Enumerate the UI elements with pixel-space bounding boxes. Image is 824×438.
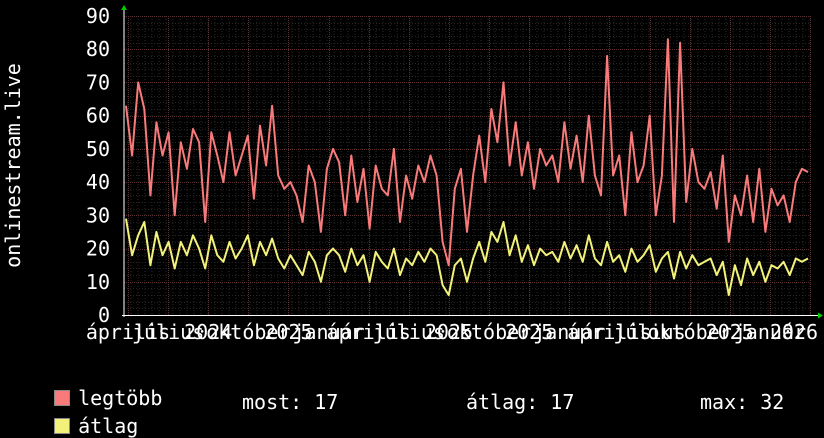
y-tick-label: 30	[86, 203, 110, 227]
legend-item-atlag: átlag	[30, 390, 138, 438]
y-axis-arrow	[121, 5, 127, 10]
y-tick-label: 20	[86, 237, 110, 261]
stat-atlag: átlag: 17	[466, 390, 575, 414]
legend-swatch-atlag	[54, 418, 71, 434]
y-tick-label: 10	[86, 270, 110, 294]
y-tick-label: 90	[86, 4, 110, 28]
y-axis-label: onlinestream.live	[1, 63, 25, 268]
x-axis-arrow	[818, 312, 823, 319]
y-tick-label: 60	[86, 104, 110, 128]
grid	[123, 16, 811, 316]
y-tick-label: 70	[86, 70, 110, 94]
y-tick-label: 50	[86, 137, 110, 161]
y-tick-label: 80	[86, 37, 110, 61]
plot-area	[124, 16, 810, 315]
x-tick-label: 2026	[770, 320, 818, 344]
stat-most: most: 17	[242, 390, 339, 414]
stat-max: max: 32	[700, 390, 785, 414]
y-tick-label: 40	[86, 170, 110, 194]
legend-label-atlag: átlag	[78, 414, 139, 438]
